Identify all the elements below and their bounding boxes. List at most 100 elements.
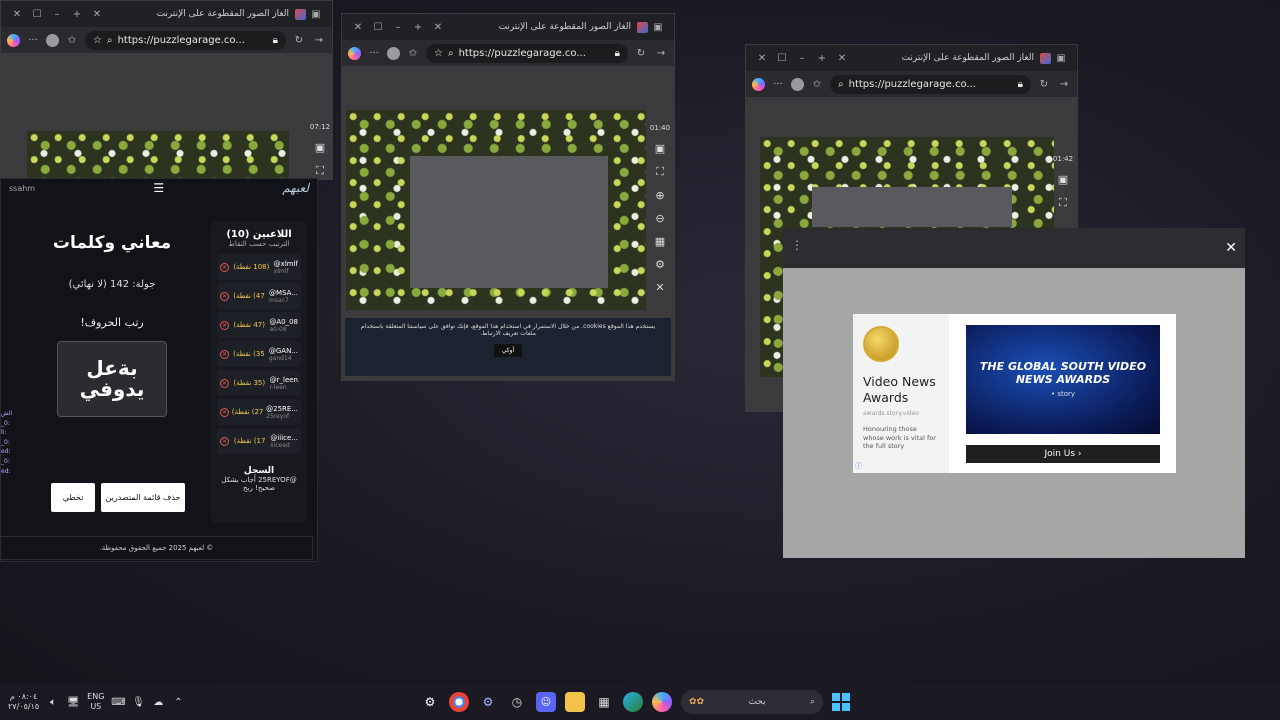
window-titlebar[interactable]: ✕ ☐ – + ✕ ألغاز الصور المقطوعة على الإنت… — [746, 45, 1077, 71]
refresh-icon[interactable]: ↻ — [634, 46, 648, 60]
tab-actions-icon[interactable]: ▣ — [306, 9, 326, 20]
favorite-star-icon[interactable]: ☆ — [434, 48, 443, 59]
minimize-window-icon[interactable]: – — [792, 53, 812, 64]
remove-player-icon[interactable]: ✕ — [220, 407, 229, 417]
keyboard-icon[interactable]: ⌨ — [111, 696, 125, 708]
more-icon[interactable]: ··· — [26, 33, 40, 47]
close-tab-icon[interactable]: ✕ — [428, 22, 448, 33]
remove-player-icon[interactable]: ✕ — [220, 262, 230, 272]
skip-button[interactable]: تخطي — [51, 483, 95, 512]
chrome-icon[interactable] — [449, 692, 469, 712]
fullscreen-icon[interactable]: ⛶ — [656, 165, 664, 179]
edge-icon[interactable] — [623, 692, 643, 712]
settings-app-icon[interactable]: ⚙ — [478, 692, 498, 712]
settings-gear-app-icon[interactable]: ⚙ — [420, 692, 440, 712]
puzzle-board[interactable] — [27, 131, 289, 179]
ad-info-icon[interactable]: ⓘ — [855, 461, 862, 471]
show-hidden-icons-icon[interactable]: ⌃ — [172, 696, 184, 708]
url-text[interactable]: https://puzzlegarage.co... — [849, 79, 976, 90]
refresh-icon[interactable]: ↻ — [292, 33, 306, 47]
refresh-icon[interactable]: ↻ — [1037, 77, 1051, 91]
forward-icon[interactable]: → — [1057, 77, 1071, 91]
favorites-icon[interactable]: ✩ — [810, 77, 824, 91]
close-window-icon[interactable]: ✕ — [348, 22, 368, 33]
tab-title[interactable]: ألغاز الصور المقطوعة على الإنترنت — [448, 22, 637, 32]
clock[interactable]: ٠٨:٠٤ م ٢٧/٠٥/١٥ — [8, 692, 39, 711]
url-text[interactable]: https://puzzlegarage.co... — [118, 35, 245, 46]
discord-icon[interactable]: ☺ — [536, 692, 556, 712]
profile-icon[interactable] — [791, 77, 804, 91]
close-tab-icon[interactable]: ✕ — [87, 9, 107, 20]
tab-title[interactable]: ألغاز الصور المقطوعة على الإنترنت — [852, 53, 1040, 63]
favorites-icon[interactable]: ✩ — [406, 46, 420, 60]
maximize-window-icon[interactable]: ☐ — [368, 22, 388, 33]
tab-actions-icon[interactable]: ▣ — [648, 22, 668, 33]
new-tab-icon[interactable]: + — [67, 9, 87, 20]
puzzle-target-area[interactable] — [410, 156, 608, 288]
preview-icon[interactable]: ▣ — [315, 141, 325, 154]
settings-icon[interactable]: ⚙ — [655, 258, 665, 271]
close-window-icon[interactable]: ✕ — [7, 9, 27, 20]
window-titlebar[interactable]: ✕ ☐ – + ✕ ألغاز الصور المقطوعة على الإنت… — [342, 14, 674, 40]
ad-card[interactable]: Video News Awards awards.story.video Hon… — [853, 314, 1176, 473]
zoom-out-icon[interactable]: ⊖ — [655, 212, 664, 225]
close-tab-icon[interactable]: ✕ — [832, 53, 852, 64]
browser-window-left[interactable]: ✕ ☐ – + ✕ ألغاز الصور المقطوعة على الإنت… — [0, 0, 333, 180]
favorites-icon[interactable]: ✩ — [65, 33, 79, 47]
tab-actions-icon[interactable]: ▣ — [1051, 53, 1071, 64]
remove-player-icon[interactable]: ✕ — [220, 291, 229, 301]
grid-icon[interactable]: ▦ — [655, 235, 665, 248]
minimize-window-icon[interactable]: – — [388, 22, 408, 33]
address-bar[interactable]: ☆ ⌕ https://puzzlegarage.co... 🔒︎ — [426, 43, 628, 63]
remove-player-icon[interactable]: ✕ — [220, 378, 230, 388]
profile-icon[interactable] — [387, 46, 400, 60]
ad-options-icon[interactable]: ⋮ — [791, 238, 803, 252]
address-bar[interactable]: ⌕ https://puzzlegarage.co... 🔒︎ — [830, 74, 1031, 94]
cookie-ok-button[interactable]: أوكي — [493, 344, 523, 357]
copilot-icon[interactable] — [348, 46, 361, 60]
close-window-icon[interactable]: ✕ — [752, 53, 772, 64]
store-icon[interactable]: ▦ — [594, 692, 614, 712]
url-text[interactable]: https://puzzlegarage.co... — [459, 48, 586, 59]
address-bar[interactable]: ☆ ⌕ https://puzzlegarage.co... 🔒︎ — [85, 30, 286, 50]
minimize-window-icon[interactable]: – — [47, 9, 67, 20]
taskbar-search[interactable]: ✿✿ بحث ⌕ — [681, 690, 823, 714]
new-tab-icon[interactable]: + — [812, 53, 832, 64]
cloud-icon[interactable]: ☁ — [152, 696, 164, 708]
ad-image[interactable]: THE GLOBAL SOUTH VIDEO NEWS AWARDS • sto… — [966, 325, 1160, 434]
clock-app-icon[interactable]: ◷ — [507, 692, 527, 712]
file-explorer-icon[interactable] — [565, 692, 585, 712]
join-us-button[interactable]: Join Us › — [966, 445, 1160, 463]
maximize-window-icon[interactable]: ☐ — [772, 53, 792, 64]
favorite-star-icon[interactable]: ☆ — [93, 35, 102, 46]
tab-title[interactable]: ألغاز الصور المقطوعة على الإنترنت — [107, 9, 295, 19]
close-ad-icon[interactable]: ✕ — [1225, 240, 1237, 256]
fullscreen-icon[interactable]: ⛶ — [1059, 196, 1067, 210]
volume-icon[interactable]: 🔈︎ — [47, 696, 59, 708]
fullscreen-icon[interactable]: ⛶ — [316, 164, 324, 178]
network-icon[interactable]: 🖥︎ — [67, 696, 80, 708]
microphone-icon[interactable]: 🎙︎ — [132, 696, 145, 708]
copilot-icon[interactable] — [752, 77, 765, 91]
copilot-app-icon[interactable] — [652, 692, 672, 712]
maximize-window-icon[interactable]: ☐ — [27, 9, 47, 20]
preview-icon[interactable]: ▣ — [655, 142, 665, 155]
remove-player-icon[interactable]: ✕ — [220, 436, 230, 446]
copilot-icon[interactable] — [7, 33, 20, 47]
preview-icon[interactable]: ▣ — [1058, 173, 1068, 186]
zoom-in-icon[interactable]: ⊕ — [655, 189, 664, 202]
window-titlebar[interactable]: ✕ ☐ – + ✕ ألغاز الصور المقطوعة على الإنت… — [1, 1, 332, 27]
remove-player-icon[interactable]: ✕ — [220, 349, 229, 359]
puzzle-target-area[interactable] — [812, 187, 1012, 227]
more-icon[interactable]: ··· — [771, 77, 785, 91]
language-indicator[interactable]: ENG US — [87, 692, 104, 711]
more-icon[interactable]: ··· — [367, 46, 381, 60]
forward-icon[interactable]: → — [312, 33, 326, 47]
start-windows-icon[interactable] — [832, 693, 850, 711]
hamburger-menu-icon[interactable]: ☰ — [153, 181, 164, 195]
clear-leaderboard-button[interactable]: حذف قائمة المتصدرين — [101, 483, 185, 512]
new-tab-icon[interactable]: + — [408, 22, 428, 33]
remove-player-icon[interactable]: ✕ — [220, 320, 230, 330]
close-icon[interactable]: ✕ — [655, 281, 664, 294]
profile-icon[interactable] — [46, 33, 59, 47]
